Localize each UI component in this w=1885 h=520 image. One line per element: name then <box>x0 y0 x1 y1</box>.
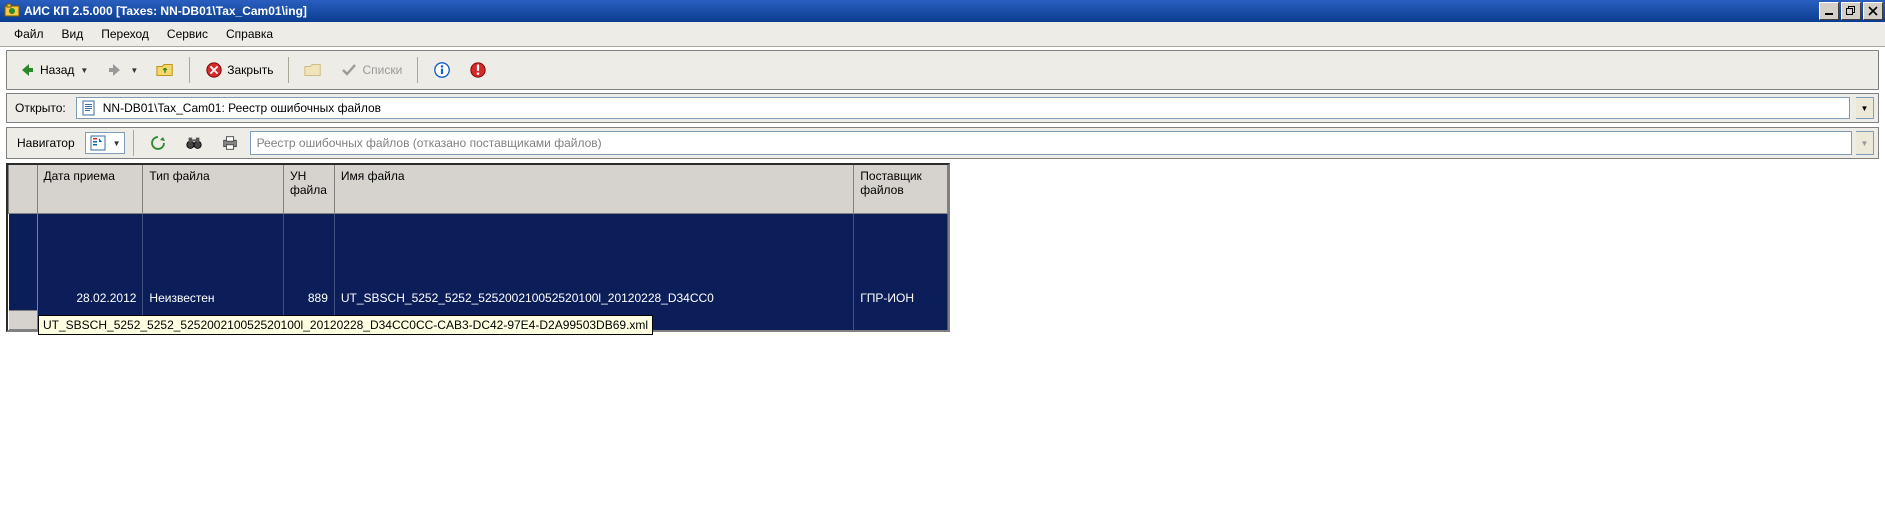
cell-name: UT_SBSCH_5252_5252_525200210052520100l_2… <box>341 291 847 311</box>
folder-open-icon <box>304 61 322 79</box>
data-grid: Дата приема Тип файла УН файла Имя файла… <box>6 163 950 332</box>
refresh-icon <box>149 134 167 152</box>
close-label: Закрыть <box>227 63 273 77</box>
forward-dropdown-icon[interactable]: ▼ <box>130 66 138 75</box>
row-selector-header[interactable] <box>9 165 38 214</box>
refresh-button[interactable] <box>142 130 174 156</box>
col-header-date[interactable]: Дата приема <box>37 165 143 214</box>
address-field[interactable]: NN-DB01\Tax_Cam01: Реестр ошибочных файл… <box>76 97 1850 119</box>
col-header-type[interactable]: Тип файла <box>143 165 284 214</box>
back-label: Назад <box>40 63 74 77</box>
window-title: АИС КП 2.5.000 [Taxes: NN-DB01\Tax_Cam01… <box>24 4 1817 18</box>
table-row[interactable]: 28.02.2012 Неизвестен 889 UT_SBSCH_5252_… <box>9 214 948 311</box>
cell-type: Неизвестен <box>149 291 277 311</box>
open-folder-button[interactable] <box>297 57 329 83</box>
grid-view-icon <box>89 134 107 152</box>
col-header-name[interactable]: Имя файла <box>334 165 853 214</box>
window-titlebar: АИС КП 2.5.000 [Taxes: NN-DB01\Tax_Cam01… <box>0 0 1885 22</box>
menu-goto[interactable]: Переход <box>93 25 157 43</box>
forward-button[interactable]: ▼ <box>99 57 145 83</box>
filter-dropdown-button[interactable]: ▼ <box>1856 131 1874 155</box>
cell-un: 889 <box>290 291 328 311</box>
lists-label: Списки <box>362 63 402 77</box>
close-circle-icon <box>205 61 223 79</box>
document-icon <box>81 100 97 116</box>
app-icon <box>4 3 20 19</box>
view-select-button[interactable]: ▼ <box>85 132 125 154</box>
filter-placeholder: Реестр ошибочных файлов (отказано постав… <box>257 136 602 150</box>
col-header-supplier[interactable]: Поставщик файлов <box>854 165 948 214</box>
info-button[interactable] <box>426 57 458 83</box>
close-tab-button[interactable]: Закрыть <box>198 57 280 83</box>
row-selector[interactable] <box>9 214 38 311</box>
filter-combobox[interactable]: Реестр ошибочных файлов (отказано постав… <box>250 131 1852 155</box>
printer-icon <box>221 134 239 152</box>
find-button[interactable] <box>178 130 210 156</box>
cell-supplier: ГПР-ИОН <box>860 291 941 311</box>
menubar: Файл Вид Переход Сервис Справка <box>0 22 1885 47</box>
cell-date: 28.02.2012 <box>44 291 137 311</box>
back-button[interactable]: Назад ▼ <box>11 57 95 83</box>
address-text: NN-DB01\Tax_Cam01: Реестр ошибочных файл… <box>103 101 381 115</box>
info-icon <box>433 61 451 79</box>
check-icon <box>340 61 358 79</box>
navigator-label: Навигатор <box>11 136 81 150</box>
menu-file[interactable]: Файл <box>6 25 52 43</box>
alert-button[interactable] <box>462 57 494 83</box>
filename-tooltip: UT_SBSCH_5252_5252_525200210052520100l_2… <box>38 315 653 335</box>
menu-service[interactable]: Сервис <box>159 25 216 43</box>
print-button[interactable] <box>214 130 246 156</box>
binoculars-icon <box>185 134 203 152</box>
toolbar-separator <box>189 57 190 83</box>
minimize-button[interactable] <box>1819 2 1839 20</box>
menu-view[interactable]: Вид <box>54 25 92 43</box>
toolbar-separator <box>133 130 134 156</box>
restore-button[interactable] <box>1841 2 1861 20</box>
address-dropdown-button[interactable]: ▼ <box>1856 97 1874 119</box>
back-arrow-icon <box>18 61 36 79</box>
address-bar: Открыто: NN-DB01\Tax_Cam01: Реестр ошибо… <box>6 93 1879 123</box>
toolbar-separator <box>417 57 418 83</box>
up-folder-button[interactable] <box>149 57 181 83</box>
grid-header-row: Дата приема Тип файла УН файла Имя файла… <box>9 165 948 214</box>
view-dropdown-icon[interactable]: ▼ <box>113 139 121 148</box>
main-toolbar: Назад ▼ ▼ Закрыть <box>6 50 1879 90</box>
back-dropdown-icon[interactable]: ▼ <box>80 66 88 75</box>
alert-icon <box>469 61 487 79</box>
folder-up-icon <box>156 61 174 79</box>
forward-arrow-icon <box>106 61 124 79</box>
close-button[interactable] <box>1863 2 1883 20</box>
navigator-bar: Навигатор ▼ <box>6 127 1879 159</box>
col-header-un[interactable]: УН файла <box>283 165 334 214</box>
menu-help[interactable]: Справка <box>218 25 281 43</box>
toolbar-separator <box>288 57 289 83</box>
address-label: Открыто: <box>11 101 70 115</box>
window-buttons <box>1817 2 1883 20</box>
lists-button[interactable]: Списки <box>333 57 409 83</box>
